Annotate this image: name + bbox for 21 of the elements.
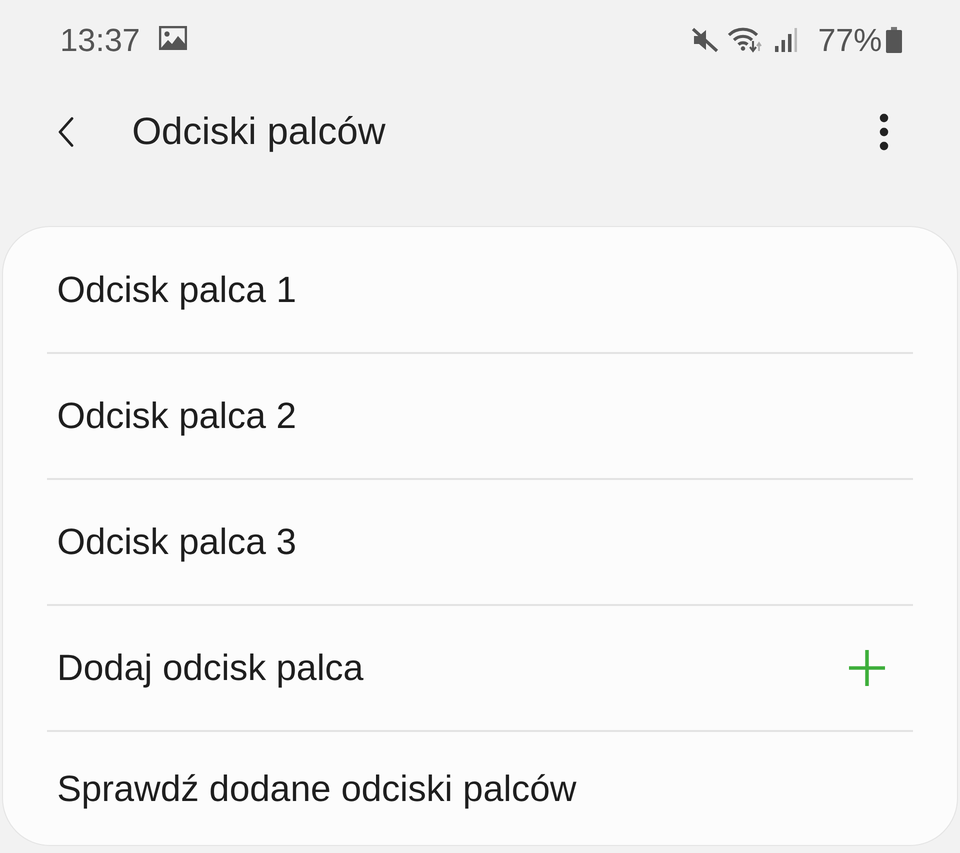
item-label: Sprawdź dodane odciski palców (57, 768, 576, 810)
back-icon (58, 117, 74, 147)
image-icon (159, 26, 188, 50)
page-title: Odciski palców (132, 110, 386, 154)
list-item[interactable]: Odcisk palca 3 (47, 478, 913, 604)
plus-icon (849, 650, 885, 686)
battery-icon (886, 27, 902, 53)
wifi-icon (728, 27, 762, 53)
status-time: 13:37 (60, 22, 140, 58)
list-item[interactable]: Sprawdź dodane odciski palców (47, 730, 913, 845)
item-label: Odcisk palca 1 (57, 268, 296, 310)
item-label: Odcisk palca 3 (57, 521, 296, 563)
muted-speaker-icon (692, 27, 718, 53)
signal-icon (774, 27, 798, 53)
battery-percent: 77% (818, 22, 882, 58)
item-label: Dodaj odcisk palca (57, 647, 364, 689)
more-options-icon (879, 113, 889, 151)
item-label: Odcisk palca 2 (57, 395, 296, 437)
list-item[interactable]: Dodaj odcisk palca (47, 604, 913, 730)
list-item[interactable]: Odcisk palca 2 (47, 352, 913, 478)
list-item[interactable]: Odcisk palca 1 (47, 227, 913, 352)
